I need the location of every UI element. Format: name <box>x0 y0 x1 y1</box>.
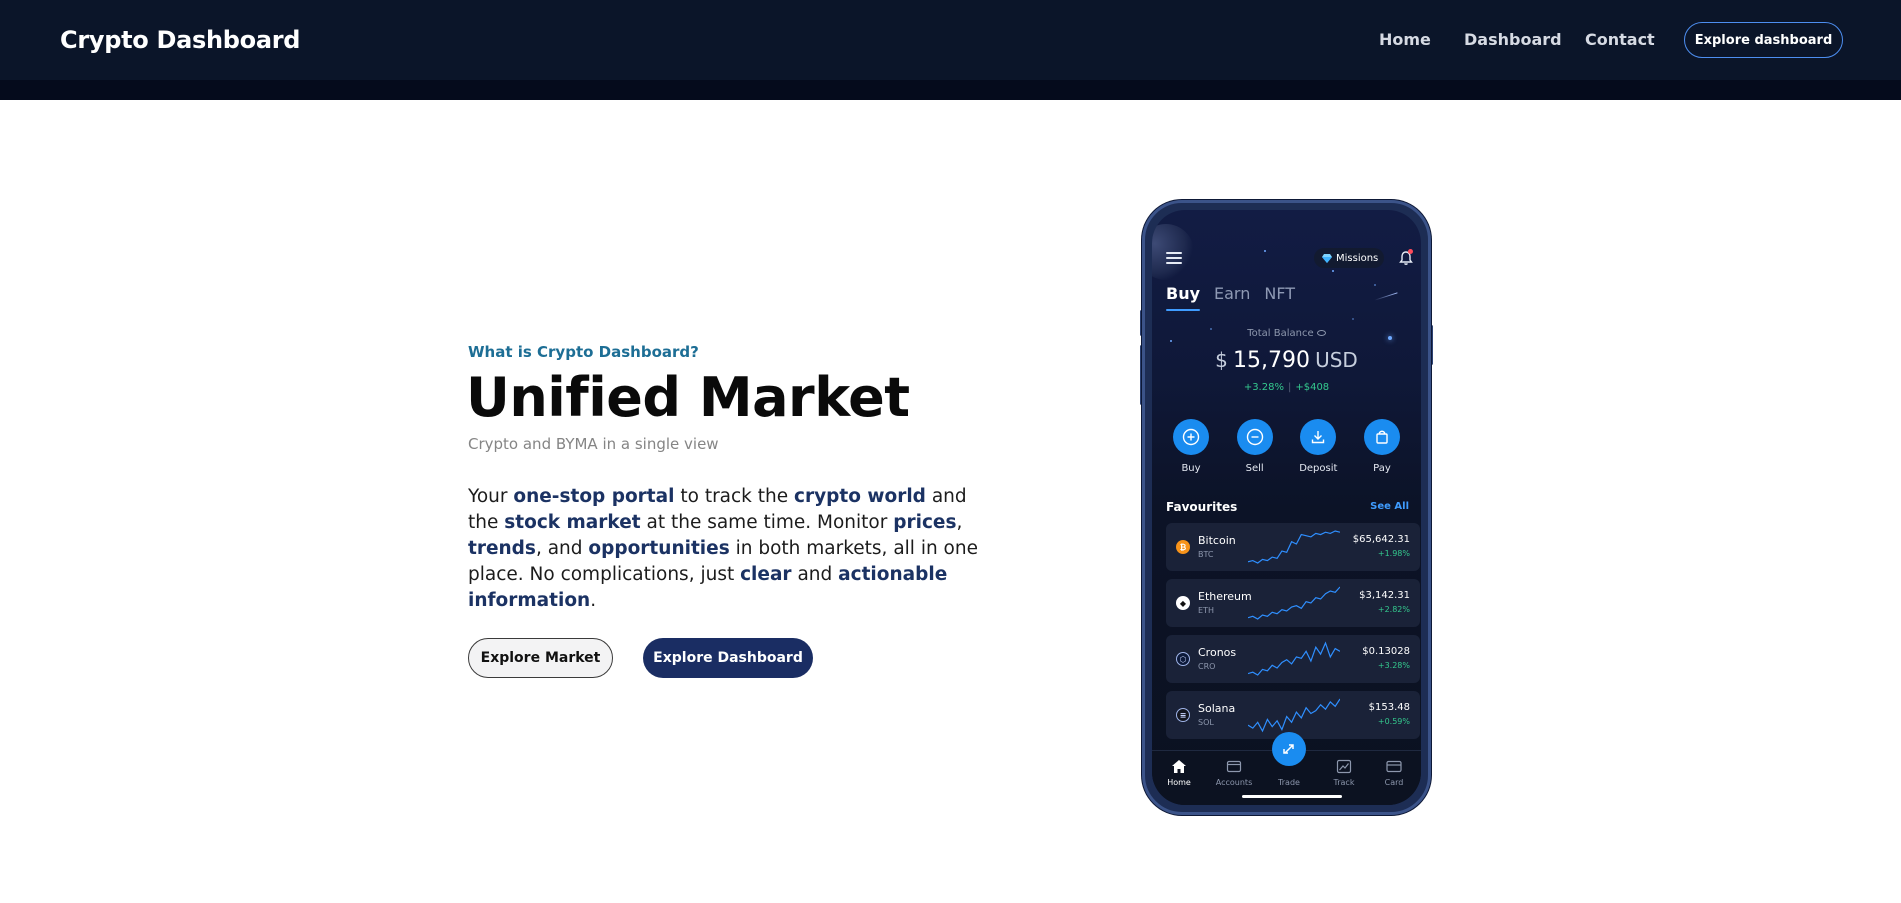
plus-circle-icon <box>1182 428 1200 446</box>
notification-dot <box>1408 249 1413 254</box>
top-navbar: Crypto Dashboard Home Dashboard Contact … <box>0 0 1901 80</box>
trade-fab-button[interactable] <box>1272 732 1306 766</box>
explore-market-button[interactable]: Explore Market <box>468 638 613 678</box>
bottom-nav-home[interactable]: Home <box>1154 759 1204 787</box>
cronos-icon: ⬡ <box>1176 652 1190 666</box>
eye-icon[interactable] <box>1316 330 1326 336</box>
star-decoration <box>1374 284 1376 286</box>
bottom-nav-track[interactable]: Track <box>1319 759 1369 787</box>
star-decoration <box>1170 340 1172 342</box>
quick-actions: Buy Sell Deposit Pay <box>1166 419 1407 474</box>
coin-row-ethereum[interactable]: ◆ Ethereum ETH $3,142.31 +2.82% <box>1166 579 1420 627</box>
sparkline-path <box>1248 586 1340 620</box>
explore-dashboard-button[interactable]: Explore Dashboard <box>643 638 813 678</box>
price-sparkline <box>1248 698 1340 733</box>
header-divider-strip <box>0 80 1901 100</box>
bottom-nav-card[interactable]: Card <box>1369 759 1419 787</box>
star-decoration <box>1264 250 1266 252</box>
diamond-icon <box>1322 253 1332 263</box>
hero-eyebrow: What is Crypto Dashboard? <box>468 343 699 361</box>
brand-logo[interactable]: Crypto Dashboard <box>60 26 300 54</box>
star-decoration <box>1332 270 1334 272</box>
shooting-star-decoration <box>1374 292 1398 301</box>
download-icon <box>1312 431 1325 444</box>
missions-label: Missions <box>1336 252 1379 264</box>
hero-description: Your one-stop portal to track the crypto… <box>468 486 978 611</box>
see-all-link[interactable]: See All <box>1370 501 1409 512</box>
total-balance-value: $ 15,790 USD <box>1215 348 1358 373</box>
bitcoin-icon: ₿ <box>1176 540 1190 554</box>
hero-title: Unified Market <box>466 366 910 429</box>
swap-arrows-icon <box>1283 744 1294 754</box>
hero-subtitle: Crypto and BYMA in a single view <box>468 435 719 453</box>
deposit-action-button[interactable]: Deposit <box>1293 419 1343 474</box>
buy-action-button[interactable]: Buy <box>1166 419 1216 474</box>
tab-buy[interactable]: Buy <box>1166 284 1201 311</box>
explore-dashboard-nav-button[interactable]: Explore dashboard <box>1684 22 1843 58</box>
nav-home[interactable]: Home <box>1379 30 1431 49</box>
phone-screen: Missions Buy Earn NFT Total Balance $ 15… <box>1152 210 1421 805</box>
star-decoration <box>1352 318 1354 320</box>
sparkline-path <box>1248 530 1340 564</box>
coin-row-bitcoin[interactable]: ₿ Bitcoin BTC $65,642.31 +1.98% <box>1166 523 1420 571</box>
hamburger-menu-icon[interactable] <box>1166 252 1182 264</box>
asset-tabs: Buy Earn NFT <box>1166 284 1295 311</box>
home-indicator <box>1242 795 1342 798</box>
nav-contact[interactable]: Contact <box>1585 30 1655 49</box>
tab-nft[interactable]: NFT <box>1264 284 1295 303</box>
minus-circle-icon <box>1246 428 1263 446</box>
wallet-icon <box>1226 760 1242 773</box>
home-icon <box>1172 760 1186 773</box>
ethereum-icon: ◆ <box>1176 596 1190 610</box>
total-balance-label: Total Balance <box>1152 328 1421 339</box>
sell-action-button[interactable]: Sell <box>1230 419 1280 474</box>
coin-row-cronos[interactable]: ⬡ Cronos CRO $0.13028 +3.28% <box>1166 635 1420 683</box>
solana-icon: ≡ <box>1176 708 1190 722</box>
sparkline-path <box>1248 698 1340 733</box>
balance-change: +3.28% | +$408 <box>1243 382 1330 393</box>
sparkline-path <box>1248 641 1340 676</box>
price-sparkline <box>1248 641 1340 676</box>
shopping-bag-icon <box>1376 430 1388 444</box>
price-sparkline <box>1248 586 1340 620</box>
chart-icon <box>1336 759 1352 774</box>
bottom-nav-accounts[interactable]: Accounts <box>1209 759 1259 787</box>
nav-dashboard[interactable]: Dashboard <box>1464 30 1562 49</box>
tab-earn[interactable]: Earn <box>1214 284 1250 303</box>
pay-action-button[interactable]: Pay <box>1357 419 1407 474</box>
credit-card-icon <box>1386 760 1402 773</box>
price-sparkline <box>1248 530 1340 564</box>
favourites-title: Favourites <box>1166 500 1238 514</box>
missions-button[interactable]: Missions <box>1314 248 1384 268</box>
phone-mockup: Missions Buy Earn NFT Total Balance $ 15… <box>1142 200 1431 815</box>
